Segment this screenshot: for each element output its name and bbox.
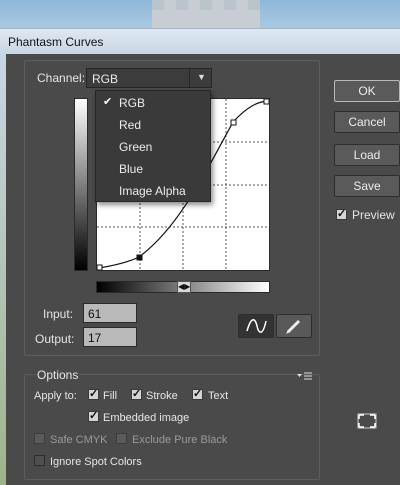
text-checkbox[interactable]: ✓ [192,388,203,400]
checkmark-icon: ✔ [103,96,113,108]
embedded-image-label: Embedded image [103,412,190,424]
checkmark-icon: ✓ [89,410,99,422]
fit-to-window-icon[interactable] [356,412,378,430]
input-label: Input: [43,307,74,321]
curve-point-white[interactable] [263,98,270,105]
channel-label: Channel: [37,71,86,85]
stroke-label: Stroke [146,390,178,402]
checkmark-icon: ✓ [337,208,347,220]
menu-item-red[interactable]: Red [96,114,210,135]
ignore-spot-colors-checkbox[interactable] [34,455,45,466]
desktop-background [0,0,400,28]
castle-tower-image [152,0,260,28]
options-title: Options [36,368,80,382]
output-gradient-bar [74,98,88,271]
preview-checkbox[interactable]: ✓ [336,208,347,220]
fill-checkbox[interactable]: ✓ [88,388,99,400]
checkmark-icon: ✓ [89,388,99,400]
save-button[interactable]: Save [334,175,400,197]
curve-point-selected[interactable] [136,254,143,261]
output-label: Output: [35,332,75,346]
preview-label: Preview [352,208,395,222]
input-field[interactable]: 61 [83,303,137,323]
safe-cmyk-label: Safe CMYK [50,434,108,446]
safe-cmyk-checkbox[interactable] [34,433,45,444]
window-titlebar[interactable]: Phantasm Curves [0,28,400,54]
window-title: Phantasm Curves [8,35,104,49]
text-label: Text [208,390,229,402]
ok-button[interactable]: OK [334,80,400,102]
panel-menu-icon[interactable] [296,370,314,380]
gradient-toggle-icon[interactable]: ◀▶ [177,281,191,293]
pencil-tool-button[interactable] [276,314,312,338]
load-button[interactable]: Load [334,144,400,166]
output-field[interactable]: 17 [83,327,137,347]
exclude-pure-black-label: Exclude Pure Black [132,434,228,446]
embedded-image-checkbox[interactable]: ✓ [88,410,99,422]
stroke-checkbox[interactable]: ✓ [131,388,142,400]
cancel-button[interactable]: Cancel [334,111,400,133]
curve-point-black[interactable] [96,264,103,271]
menu-item-green[interactable]: Green [96,136,210,157]
menu-item-image-alpha[interactable]: Image Alpha [96,180,210,201]
apply-to-label: Apply to: [34,390,77,402]
channel-dropdown-menu: ✔ RGB Red Green Blue Image Alpha [95,90,211,202]
smooth-curve-tool-button[interactable] [238,314,274,338]
smooth-curve-icon [246,319,267,333]
curve-point[interactable] [230,119,237,126]
pencil-icon [286,319,301,334]
menu-item-rgb[interactable]: ✔ RGB [96,92,210,113]
channel-selected-value: RGB [92,72,119,86]
menu-item-blue[interactable]: Blue [96,158,210,179]
chevron-down-icon: ▼ [197,72,206,82]
checkmark-icon: ✓ [132,388,142,400]
fill-label: Fill [103,390,118,402]
channel-dropdown-toggle[interactable]: ▼ [189,69,211,87]
checkmark-icon: ✓ [193,388,203,400]
exclude-pure-black-checkbox[interactable] [116,433,127,444]
ignore-spot-colors-label: Ignore Spot Colors [50,456,142,468]
channel-select[interactable]: RGB ▼ [86,68,212,88]
